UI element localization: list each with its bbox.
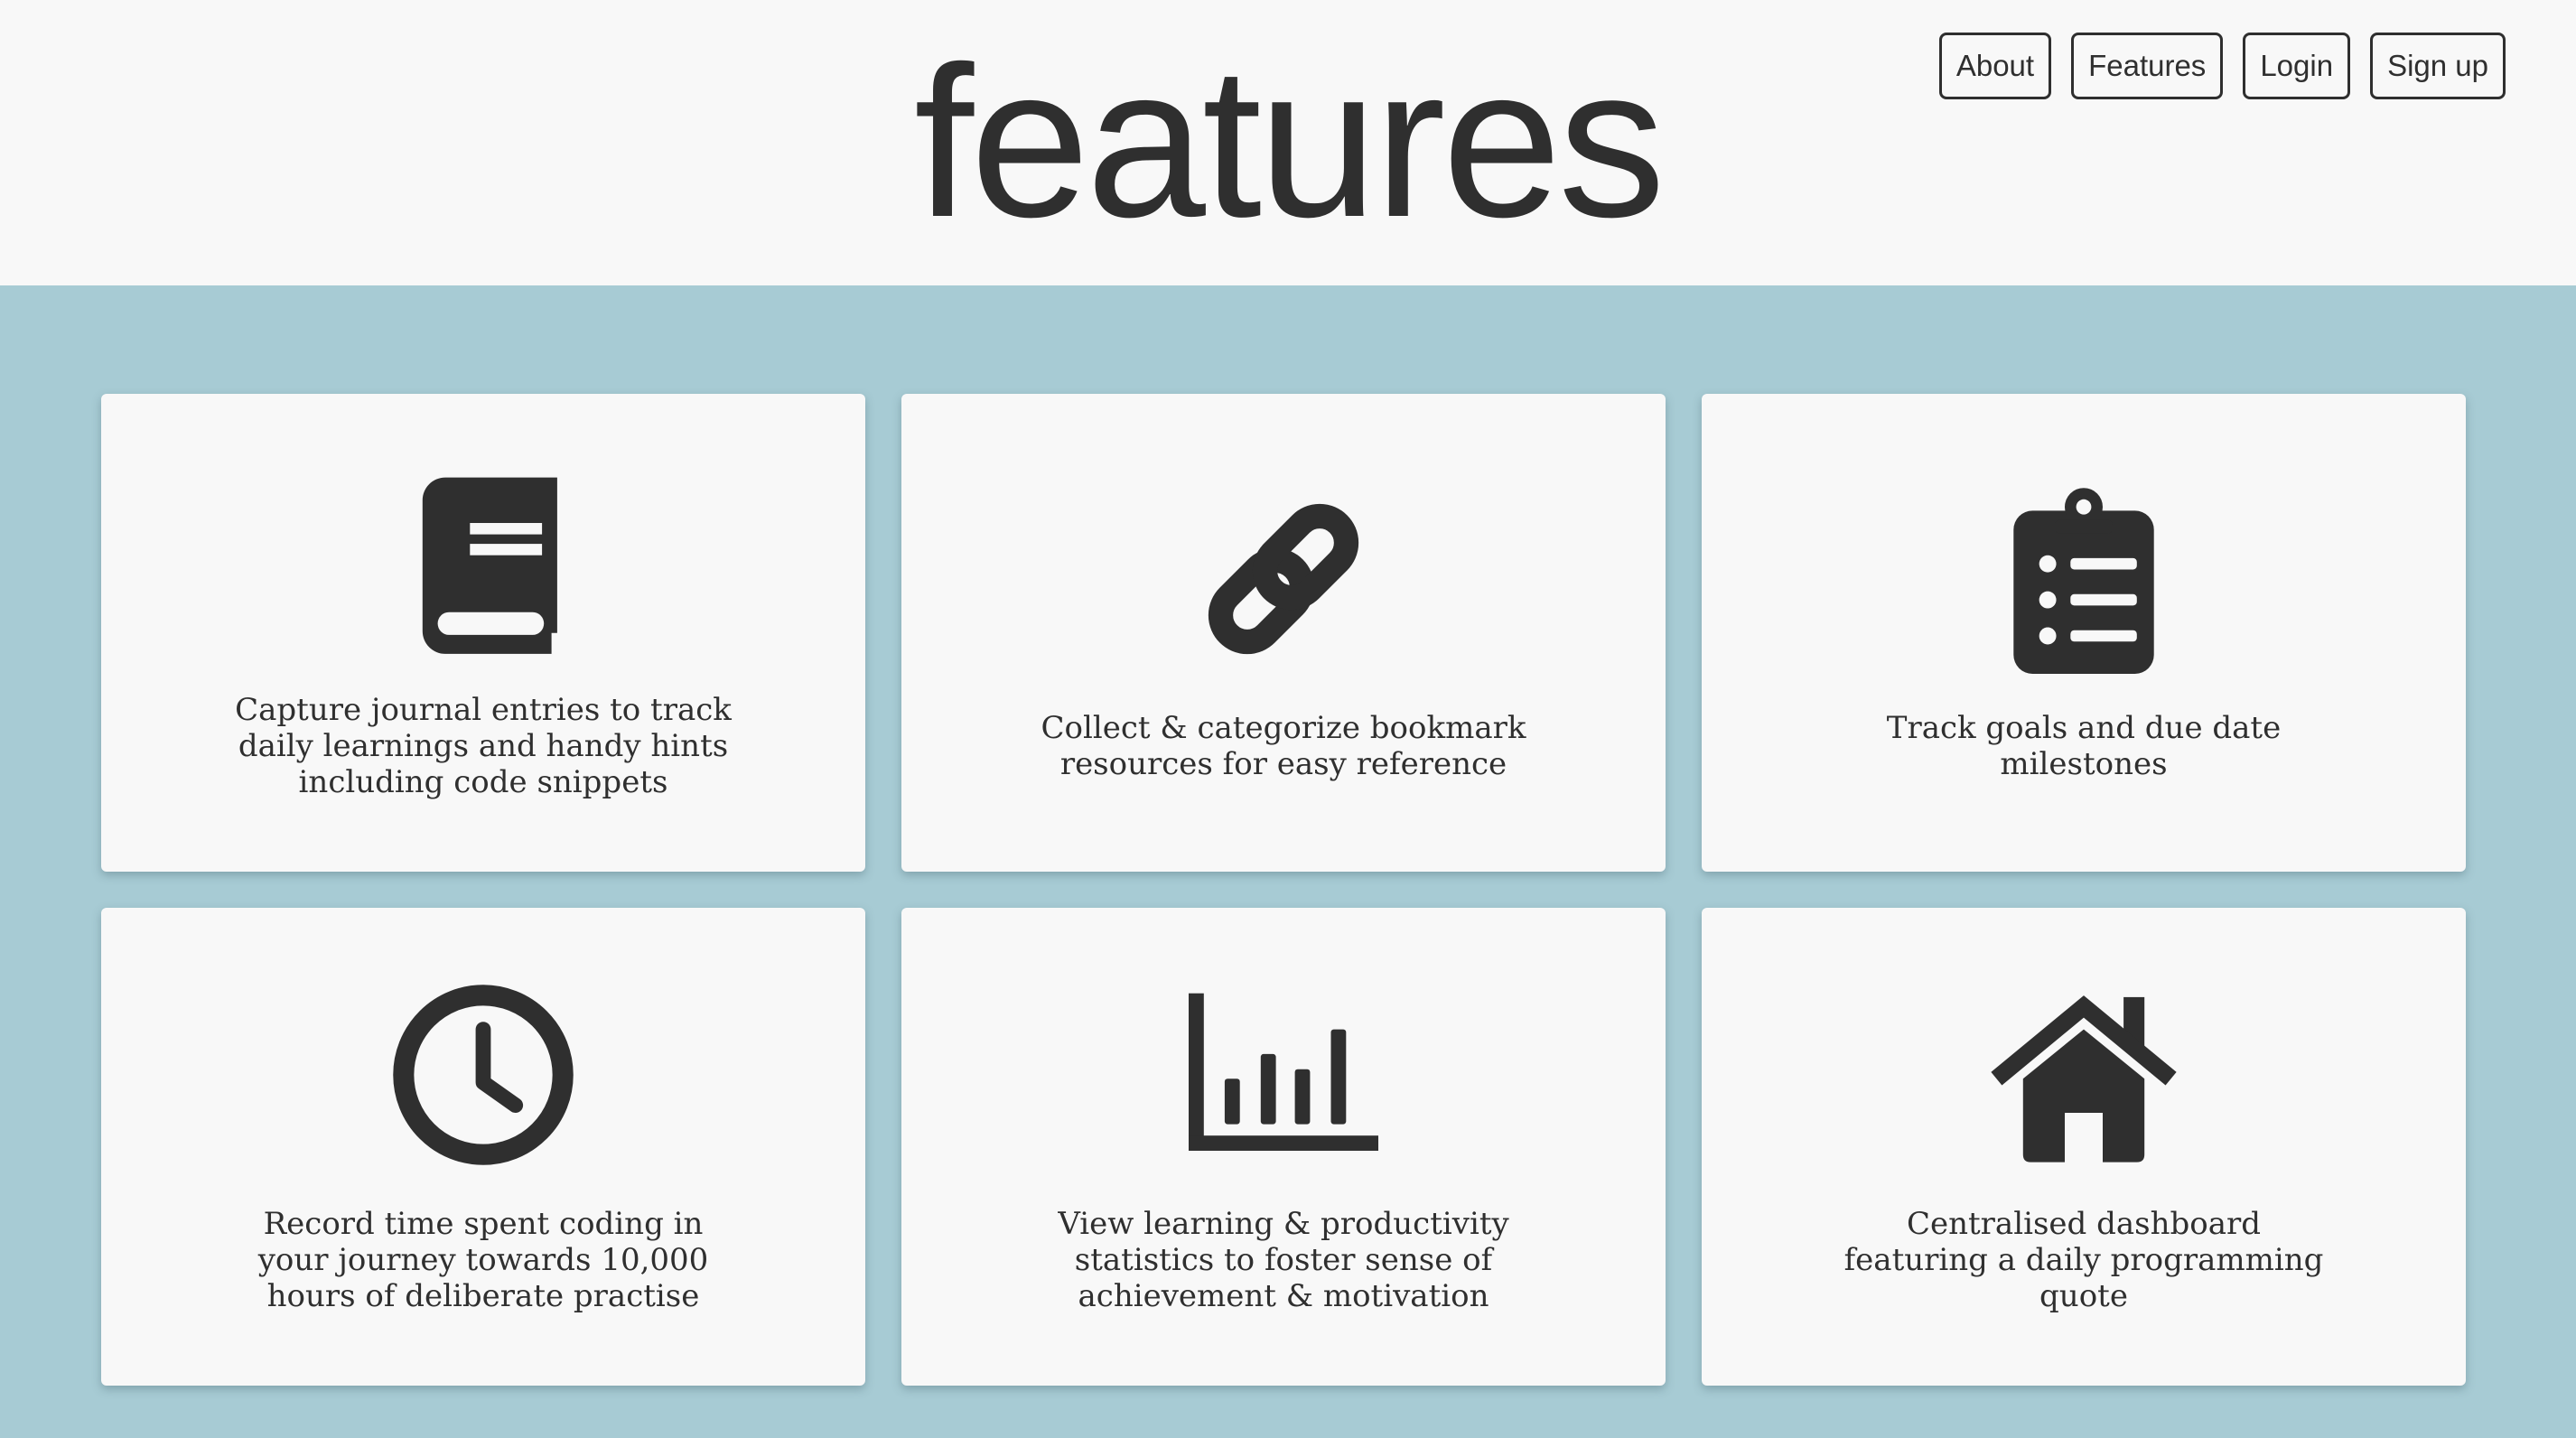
feature-card-dashboard: Centralised dashboard featuring a daily … <box>1702 908 2466 1386</box>
nav-features-button[interactable]: Features <box>2071 33 2224 99</box>
features-grid: Capture journal entries to track daily l… <box>101 394 2466 1386</box>
feature-card-statistics: View learning & productivity statistics … <box>901 908 1666 1386</box>
feature-card-time: Record time spent coding in your journey… <box>101 908 865 1386</box>
feature-text: Capture journal entries to track daily l… <box>235 691 732 800</box>
clipboard-list-icon <box>1989 484 2179 674</box>
top-nav: About Features Login Sign up <box>1938 33 2506 99</box>
nav-signup-button[interactable]: Sign up <box>2370 33 2506 99</box>
link-icon <box>1189 484 1378 674</box>
header: features About Features Login Sign up <box>0 0 2576 285</box>
clock-icon <box>388 980 578 1170</box>
feature-text: Centralised dashboard featuring a daily … <box>1843 1205 2324 1314</box>
nav-login-button[interactable]: Login <box>2243 33 2351 99</box>
feature-text: Track goals and due date milestones <box>1886 709 2282 782</box>
feature-text: Collect & categorize bookmark resources … <box>1041 709 1526 782</box>
book-icon <box>388 466 578 656</box>
feature-text: View learning & productivity statistics … <box>1058 1205 1509 1314</box>
feature-text: Record time spent coding in your journey… <box>257 1205 709 1314</box>
feature-card-goals: Track goals and due date milestones <box>1702 394 2466 872</box>
bar-chart-icon <box>1189 980 1378 1170</box>
nav-about-button[interactable]: About <box>1938 33 2052 99</box>
feature-card-journal: Capture journal entries to track daily l… <box>101 394 865 872</box>
home-icon <box>1989 980 2179 1170</box>
feature-card-bookmarks: Collect & categorize bookmark resources … <box>901 394 1666 872</box>
